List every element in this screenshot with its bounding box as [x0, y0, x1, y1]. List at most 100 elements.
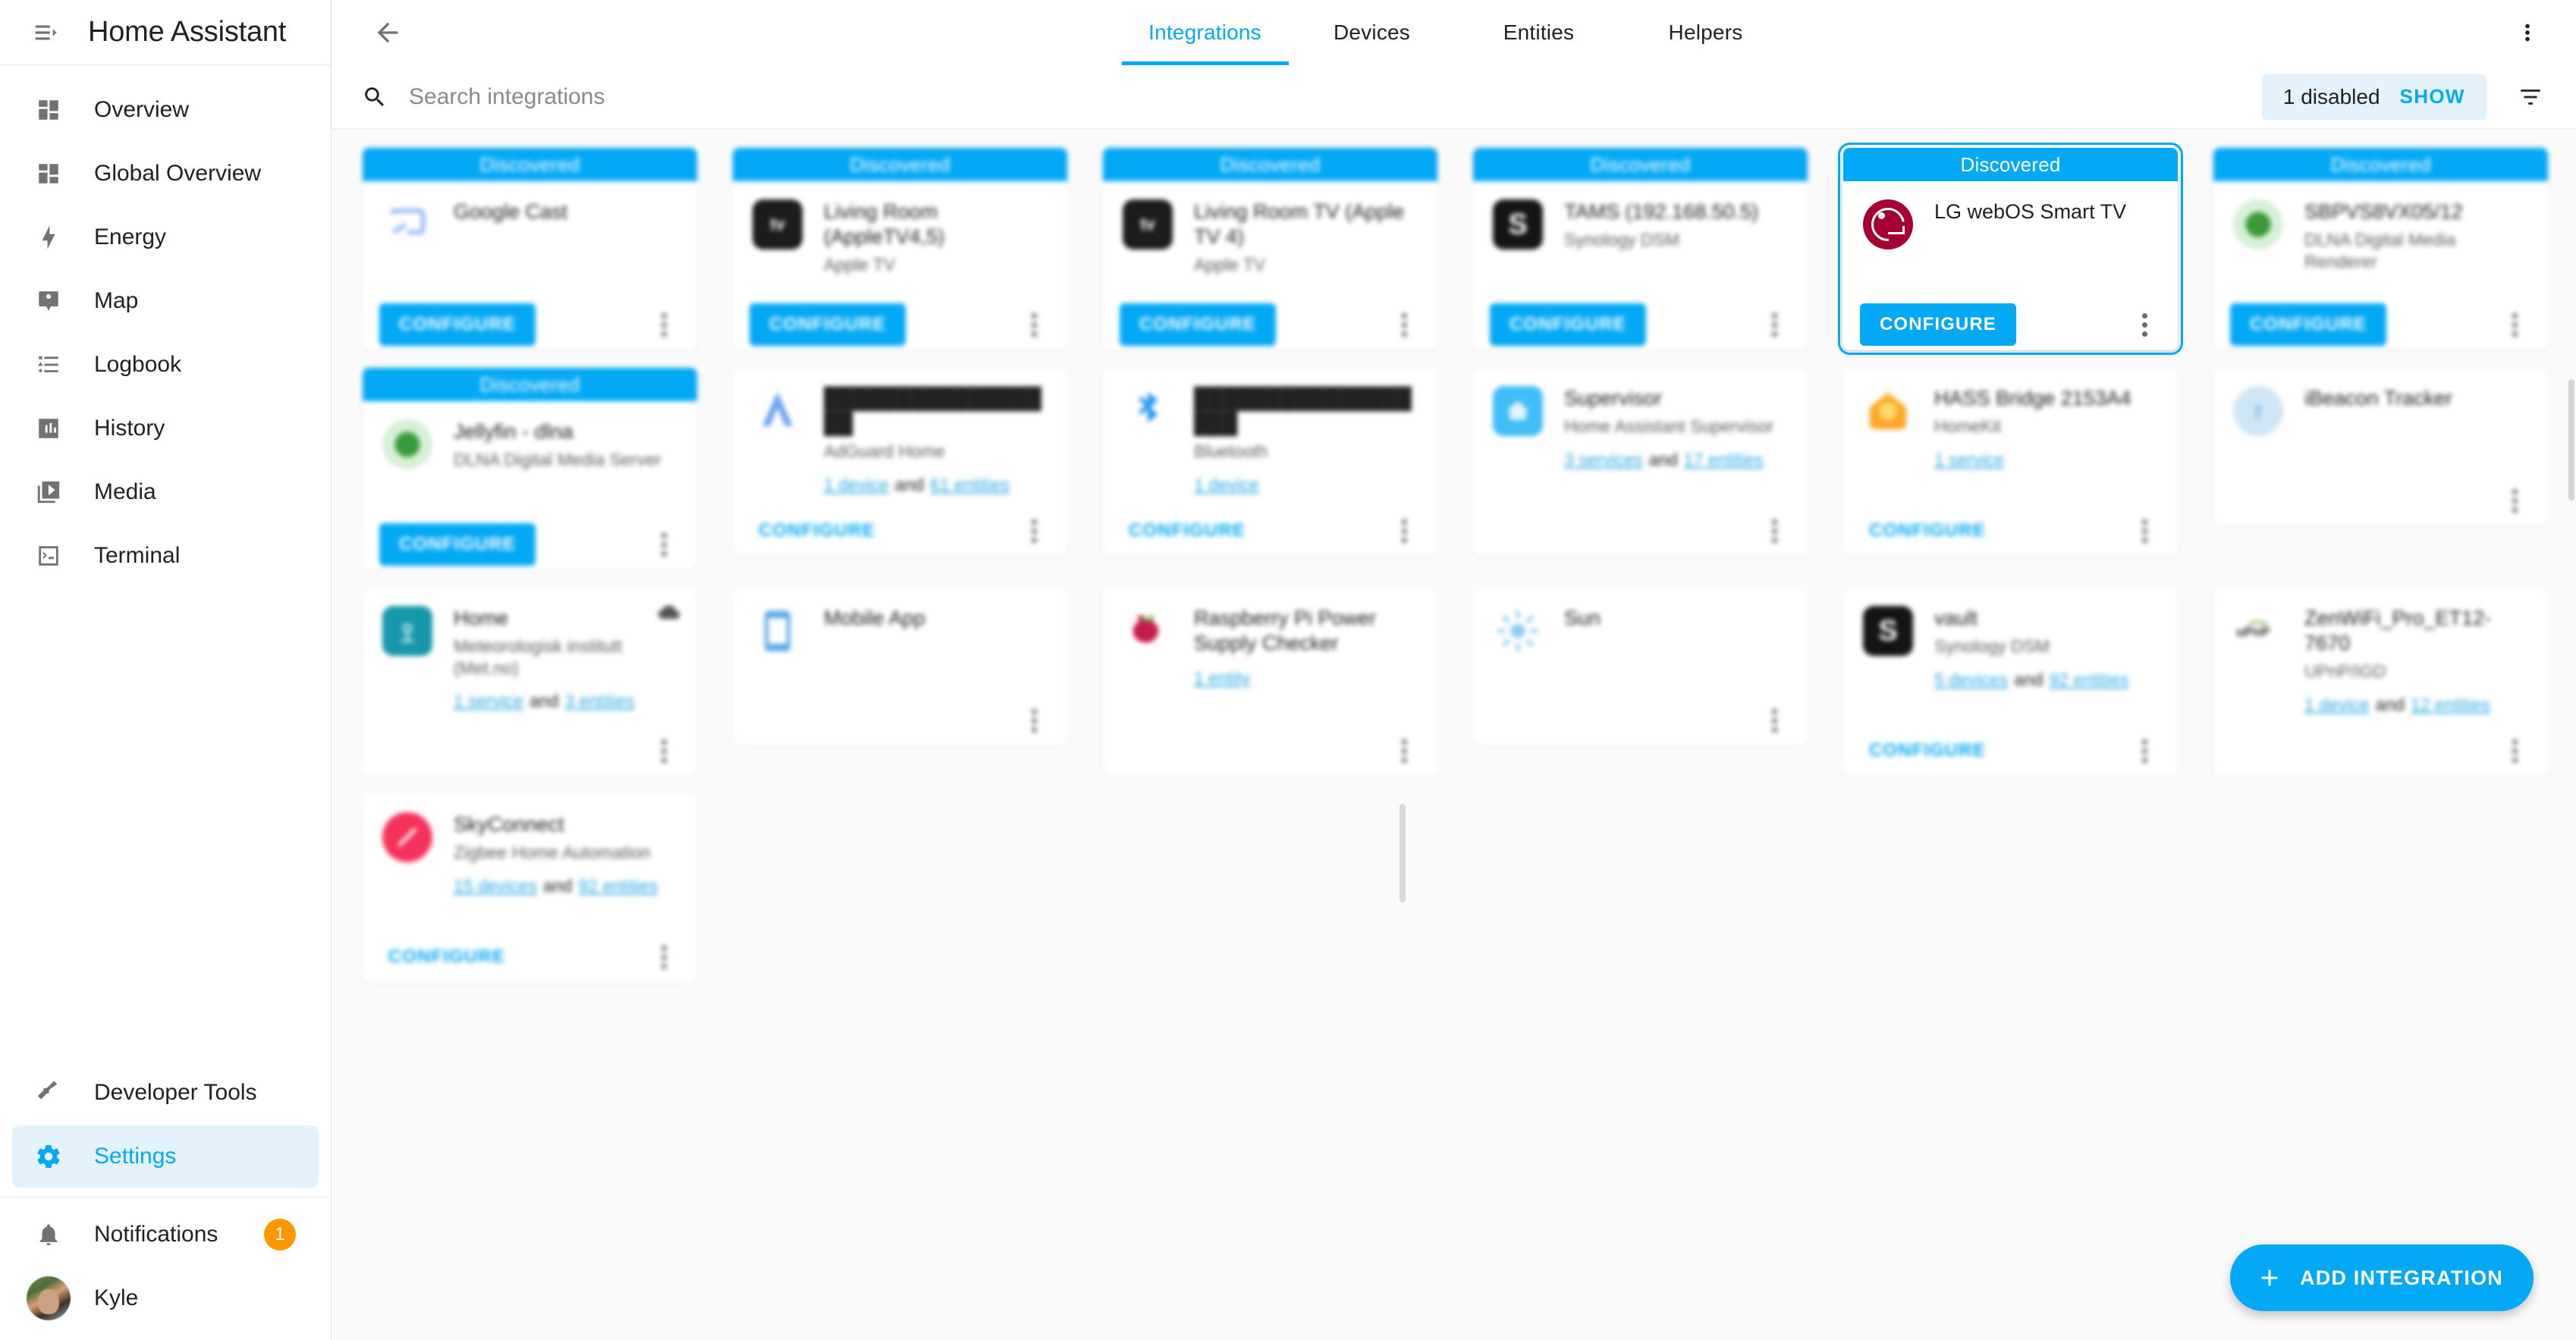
integration-card-adguard-home[interactable]: █████████████████ AdGuard Home 1 device and… — [732, 367, 1068, 557]
tab-helpers[interactable]: Helpers — [1623, 0, 1789, 65]
integration-card-living-room-tv-appletv-4[interactable]: Discovered tv Living Room TV (Apple TV 4) A… — [1102, 147, 1438, 350]
integration-card-hass-bridge-2153a4[interactable]: HASS Bridge 2153A4 HomeKit 1 service CONFIG… — [1842, 367, 2179, 557]
card-overflow-menu-icon[interactable] — [2495, 481, 2534, 520]
sidebar-item-global-overview[interactable]: Global Overview — [12, 143, 319, 205]
configure-button[interactable]: CONFIGURE — [749, 511, 884, 551]
card-link[interactable]: 92 entities — [2050, 670, 2129, 689]
card-link[interactable]: 15 devices — [454, 876, 537, 896]
configure-button[interactable]: CONFIGURE — [749, 303, 906, 346]
page-scrollbar[interactable] — [2568, 379, 2574, 501]
integration-card-vault-synology[interactable]: Svault Synology DSM 5 devices and 92 entitie… — [1842, 587, 2179, 777]
card-overflow-menu-icon[interactable] — [1384, 731, 1424, 770]
card-overflow-menu-icon[interactable] — [1014, 511, 1054, 551]
integration-logo — [751, 384, 804, 438]
configure-button[interactable]: CONFIGURE — [1120, 303, 1276, 346]
integration-card-sbpvs8vx05-12[interactable]: Discovered SBPVS8VX05/12 DLNA Digital Medi… — [2213, 147, 2549, 350]
card-overflow-menu-icon[interactable] — [2495, 731, 2534, 770]
sidebar-item-terminal[interactable]: Terminal — [12, 525, 319, 587]
card-link[interactable]: 17 entities — [1684, 450, 1764, 469]
sidebar-bottom: Developer Tools Settings Notifications 1… — [0, 1062, 331, 1340]
dots-vertical-icon[interactable] — [2499, 4, 2556, 61]
integration-card-rpi-power-supply-checker[interactable]: Raspberry Pi Power Supply Checker 1 entit… — [1102, 587, 1438, 777]
sidebar-item-user[interactable]: Kyle — [12, 1267, 319, 1329]
card-link[interactable]: 1 service — [1934, 450, 2004, 469]
card-overflow-menu-icon[interactable] — [644, 731, 683, 770]
card-overflow-menu-icon[interactable] — [2125, 511, 2164, 551]
configure-button[interactable]: CONFIGURE — [379, 523, 536, 566]
sidebar-item-energy[interactable]: Energy — [12, 206, 319, 268]
card-body: Mobile App — [733, 588, 1067, 695]
integration-card-tams-synology[interactable]: Discovered S TAMS (192.168.50.5) Synology D… — [1472, 147, 1808, 350]
integration-card-supervisor[interactable]: Supervisor Home Assistant Supervisor 3 ser… — [1472, 367, 1808, 557]
dashboard-icon — [29, 161, 68, 187]
arrow-left-icon[interactable] — [359, 4, 416, 61]
add-integration-button[interactable]: ADD INTEGRATION — [2230, 1244, 2534, 1311]
sidebar-item-history[interactable]: History — [12, 397, 319, 460]
card-overflow-menu-icon[interactable] — [1014, 305, 1054, 344]
card-title: TAMS (192.168.50.5) — [1564, 200, 1759, 223]
sidebar-item-map[interactable]: Map — [12, 270, 319, 332]
integration-card-ibeacon-tracker[interactable]: iBeacon Tracker — [2213, 367, 2549, 526]
card-overflow-menu-icon[interactable] — [644, 937, 683, 977]
integration-card-mobile-app[interactable]: Mobile App — [732, 587, 1068, 746]
integration-card-zenwifi-pro-et12[interactable]: uPnP ZenWiFi_Pro_ET12-7670 UPnP/IGD 1 devic… — [2213, 587, 2549, 777]
card-link[interactable]: 92 entities — [578, 876, 658, 896]
sidebar-item-settings[interactable]: Settings — [12, 1125, 319, 1188]
configure-button[interactable]: CONFIGURE — [379, 937, 514, 977]
card-overflow-menu-icon[interactable] — [644, 305, 683, 344]
sidebar-item-logbook[interactable]: Logbook — [12, 334, 319, 396]
configure-button[interactable]: CONFIGURE — [379, 303, 536, 346]
card-link[interactable]: 1 service — [454, 691, 523, 711]
integration-card-sun[interactable]: Sun — [1472, 587, 1808, 746]
card-link[interactable]: 3 entities — [564, 691, 634, 711]
card-overflow-menu-icon[interactable] — [1755, 511, 1794, 551]
configure-button[interactable]: CONFIGURE — [1120, 511, 1255, 551]
card-overflow-menu-icon[interactable] — [1384, 305, 1424, 344]
card-overflow-menu-icon[interactable] — [2125, 305, 2164, 344]
card-link[interactable]: 3 services — [1564, 450, 1643, 469]
card-overflow-menu-icon[interactable] — [1014, 701, 1054, 740]
tab-integrations[interactable]: Integrations — [1121, 0, 1289, 65]
integration-card-bluetooth[interactable]: ██████████████████ Bluetooth 1 device CONFI… — [1102, 367, 1438, 557]
card-link[interactable]: 1 entity — [1194, 668, 1250, 688]
tab-entities[interactable]: Entities — [1456, 0, 1623, 65]
card-link[interactable]: 1 device — [2304, 695, 2370, 714]
configure-button[interactable]: CONFIGURE — [1860, 511, 1995, 551]
integration-card-skyconnect-zha[interactable]: SkyConnect Zigbee Home Automation 15 devic… — [362, 793, 698, 983]
card-overflow-menu-icon[interactable] — [1755, 701, 1794, 740]
card-scrollbar[interactable] — [1400, 804, 1406, 902]
integration-card-lg-webos-smart-tv[interactable]: Discovered LG webOS Smart TV CONFIGURE — [1838, 143, 2183, 355]
integration-card-home-metno[interactable]: Home Meteorologisk institutt (Met.no) 1 se… — [362, 587, 698, 777]
card-link[interactable]: 5 devices — [1934, 670, 2008, 689]
configure-button[interactable]: CONFIGURE — [1860, 731, 1995, 770]
card-overflow-menu-icon[interactable] — [1755, 305, 1794, 344]
card-overflow-menu-icon[interactable] — [1384, 511, 1424, 551]
search-input[interactable] — [407, 83, 1090, 111]
configure-button[interactable]: CONFIGURE — [1860, 303, 2016, 346]
filter-variant-icon[interactable] — [2503, 70, 2558, 124]
card-overflow-menu-icon[interactable] — [2125, 731, 2164, 770]
integration-card-jellyfin-dlna[interactable]: Discovered Jellyfin - dlna DLNA Digital Me… — [362, 367, 698, 570]
show-disabled-button[interactable]: SHOW — [2400, 85, 2465, 108]
integration-card-google-cast[interactable]: Discovered Google Cast CONFIGURE — [362, 147, 698, 350]
card-link[interactable]: 1 device — [824, 475, 889, 494]
card-overflow-menu-icon[interactable] — [644, 525, 683, 564]
configure-button[interactable]: CONFIGURE — [1490, 303, 1646, 346]
menu-collapse-icon[interactable] — [17, 3, 76, 62]
integration-card-living-room-appletv-45[interactable]: Discovered tv Living Room (AppleTV4,5) Appl… — [732, 147, 1068, 350]
card-link[interactable]: 12 entities — [2411, 695, 2490, 714]
integration-logo — [1121, 604, 1174, 657]
card-link[interactable]: 1 device — [1194, 475, 1259, 494]
disabled-filter-chip: 1 disabled SHOW — [2261, 74, 2486, 120]
sidebar-item-label: Map — [94, 288, 139, 313]
disabled-count-label: 1 disabled — [2282, 84, 2380, 108]
tab-devices[interactable]: Devices — [1289, 0, 1456, 65]
card-overflow-menu-icon[interactable] — [2495, 305, 2534, 344]
sidebar-item-overview[interactable]: Overview — [12, 79, 319, 141]
card-link[interactable]: 61 entities — [930, 475, 1010, 494]
sidebar-item-notifications[interactable]: Notifications 1 — [12, 1203, 319, 1266]
configure-button[interactable]: CONFIGURE — [2230, 303, 2386, 346]
sidebar-item-developer-tools[interactable]: Developer Tools — [12, 1062, 319, 1124]
sidebar-item-media[interactable]: Media — [12, 461, 319, 523]
card-title: SBPVS8VX05/12 — [2304, 200, 2463, 223]
